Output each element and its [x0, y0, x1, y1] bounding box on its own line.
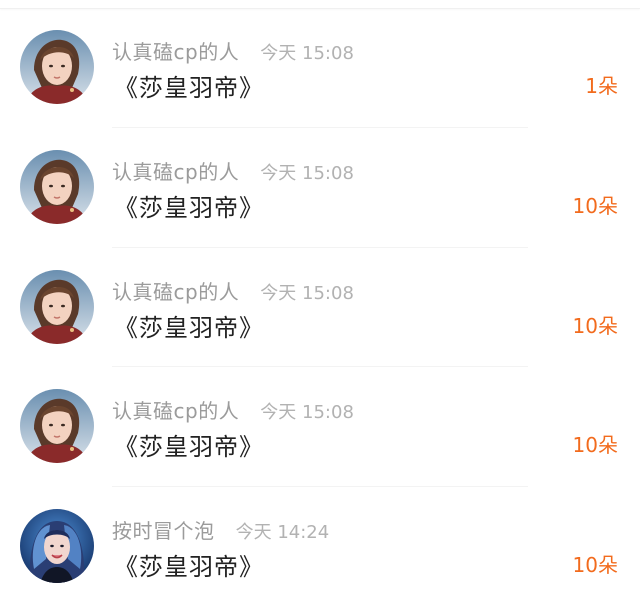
timestamp: 今天 15:08 — [260, 402, 354, 424]
avatar[interactable] — [20, 509, 94, 584]
comment-meta: 认真磕cp的人 今天 15:08 — [112, 395, 354, 424]
flower-count: 10朵 — [572, 433, 618, 458]
username[interactable]: 认真磕cp的人 — [112, 40, 239, 64]
flower-count: 10朵 — [572, 193, 618, 218]
comment-meta: 认真磕cp的人 今天 15:08 — [112, 156, 354, 184]
flower-count: 10朵 — [572, 313, 618, 338]
comment-content: 《莎皇羽帝》 — [114, 193, 264, 222]
timestamp: 今天 15:08 — [260, 282, 354, 304]
comment-content: 《莎皇羽帝》 — [114, 74, 264, 102]
avatar[interactable] — [20, 389, 94, 464]
avatar[interactable] — [20, 269, 94, 344]
comment-content: 《莎皇羽帝》 — [114, 433, 264, 462]
avatar-icon — [20, 509, 94, 584]
username[interactable]: 认真磕cp的人 — [112, 280, 239, 304]
comment-meta: 认真磕cp的人 今天 15:08 — [112, 276, 354, 304]
list-item[interactable]: 认真磕cp的人 今天 15:08 《莎皇羽帝》 10朵 — [0, 248, 640, 368]
flower-count: 1朵 — [585, 74, 618, 98]
timestamp: 今天 15:08 — [260, 162, 354, 184]
avatar-icon — [20, 389, 94, 464]
comment-list: 认真磕cp的人 今天 15:08 《莎皇羽帝》 1朵 认真磕cp的人 今天 15… — [0, 8, 640, 597]
avatar[interactable] — [20, 149, 94, 224]
username[interactable]: 认真磕cp的人 — [112, 160, 239, 184]
avatar[interactable] — [20, 30, 94, 104]
comment-list-page: 认真磕cp的人 今天 15:08 《莎皇羽帝》 1朵 认真磕cp的人 今天 15… — [0, 0, 640, 597]
username[interactable]: 按时冒个泡 — [112, 519, 215, 543]
username[interactable]: 认真磕cp的人 — [112, 399, 239, 423]
comment-content: 《莎皇羽帝》 — [114, 553, 264, 582]
list-item[interactable]: 按时冒个泡 今天 14:24 《莎皇羽帝》 10朵 — [0, 487, 640, 597]
flower-count: 10朵 — [572, 553, 618, 578]
list-item[interactable]: 认真磕cp的人 今天 15:08 《莎皇羽帝》 10朵 — [0, 367, 640, 487]
comment-content: 《莎皇羽帝》 — [114, 313, 264, 342]
comment-meta: 按时冒个泡 今天 14:24 — [112, 515, 330, 544]
list-item[interactable]: 认真磕cp的人 今天 15:08 《莎皇羽帝》 1朵 — [0, 8, 640, 128]
timestamp: 今天 14:24 — [235, 522, 330, 544]
timestamp: 今天 15:08 — [260, 43, 354, 64]
avatar-icon — [20, 269, 94, 344]
avatar-icon — [20, 149, 94, 224]
comment-meta: 认真磕cp的人 今天 15:08 — [112, 36, 354, 64]
list-item[interactable]: 认真磕cp的人 今天 15:08 《莎皇羽帝》 10朵 — [0, 128, 640, 248]
avatar-icon — [20, 30, 94, 104]
